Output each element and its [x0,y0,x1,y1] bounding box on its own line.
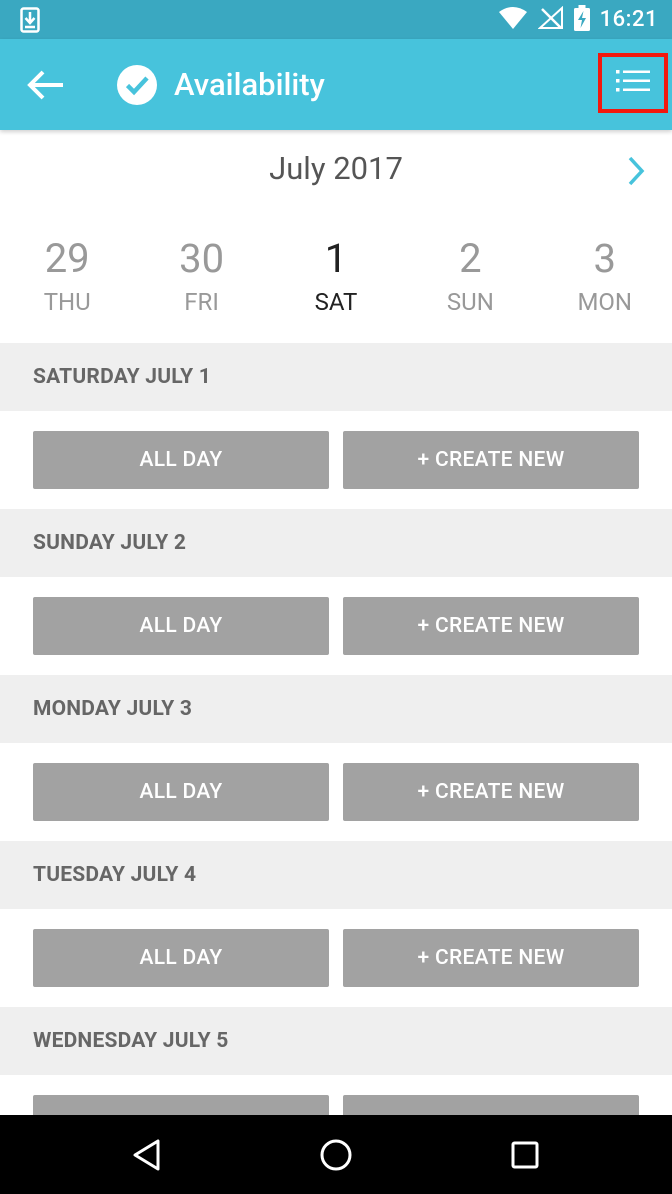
day-section-actions: ALL DAY + CREATE NEW [0,909,672,1007]
day-number: 30 [179,235,225,282]
day-section-actions: ALL DAY + CREATE NEW [0,411,672,509]
battery-charging-icon [573,4,590,35]
back-arrow-icon[interactable] [26,67,66,103]
day-cell-29[interactable]: 29 THU [0,230,134,340]
day-section-header: SATURDAY JULY 1 [0,343,672,411]
status-icons: 16:21 [498,0,658,39]
day-section-header: TUESDAY JULY 4 [0,841,672,909]
back-triangle-icon[interactable] [128,1135,168,1175]
status-bar: 16:21 [0,0,672,39]
day-section-header: SUNDAY JULY 2 [0,509,672,577]
screen: 16:21 Availability July 2017 29 THU 30 F… [0,0,672,1194]
download-icon [20,7,40,37]
create-new-button[interactable]: + CREATE NEW [343,597,639,655]
month-label: July 2017 [269,150,403,187]
day-section-actions: ALL DAY + CREATE NEW [0,577,672,675]
create-new-button[interactable]: + CREATE NEW [343,431,639,489]
day-number: 1 [324,235,348,282]
day-of-week: FRI [184,288,219,316]
day-cell-2[interactable]: 2 SUN [403,230,537,340]
navigation-bar [0,1115,672,1194]
day-number: 29 [44,235,90,282]
day-of-week: SAT [314,288,358,316]
list-view-button[interactable] [598,53,668,113]
create-new-button[interactable]: + CREATE NEW [343,929,639,987]
all-day-button[interactable]: ALL DAY [33,431,329,489]
day-of-week: THU [43,288,91,316]
month-header: July 2017 [0,130,672,210]
check-circle-icon [117,65,157,105]
all-day-button[interactable]: ALL DAY [33,763,329,821]
day-cell-30[interactable]: 30 FRI [134,230,268,340]
day-section-actions: ALL DAY + CREATE NEW [0,743,672,841]
day-cell-3[interactable]: 3 MON [538,230,672,340]
clock: 16:21 [599,7,658,32]
wifi-icon [498,6,528,34]
day-of-week: MON [577,288,633,316]
day-section-header: WEDNESDAY JULY 5 [0,1007,672,1075]
no-signal-icon [537,5,564,34]
page-title: Availability [174,66,325,103]
day-strip: 29 THU 30 FRI 1 SAT 2 SUN 3 MON [0,230,672,340]
recents-square-icon[interactable] [505,1135,545,1175]
all-day-button[interactable]: ALL DAY [33,929,329,987]
availability-list[interactable]: SATURDAY JULY 1 ALL DAY + CREATE NEW SUN… [0,343,672,1173]
all-day-button[interactable]: ALL DAY [33,597,329,655]
day-number: 3 [593,235,616,282]
chevron-right-icon[interactable] [620,154,650,188]
day-section-header: MONDAY JULY 3 [0,675,672,743]
day-cell-1-selected[interactable]: 1 SAT [269,230,403,340]
home-circle-icon[interactable] [316,1135,356,1175]
create-new-button[interactable]: + CREATE NEW [343,763,639,821]
day-number: 2 [459,235,482,282]
app-bar: Availability [0,39,672,130]
list-icon [616,69,650,97]
day-of-week: SUN [446,288,494,316]
